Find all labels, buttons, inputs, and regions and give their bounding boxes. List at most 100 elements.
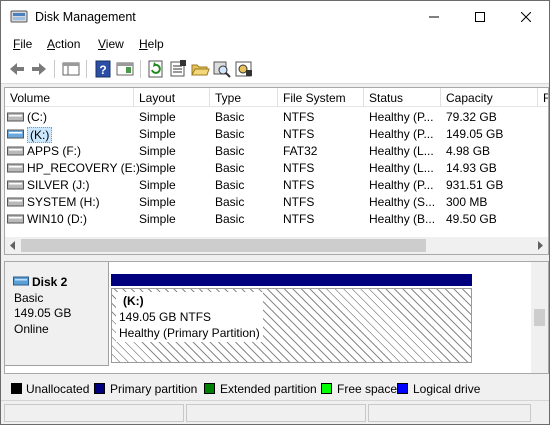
table-row[interactable]: SILVER (J:) Simple Basic NTFS Healthy (P... 9…: [5, 176, 548, 193]
volume-status: Healthy (P...: [369, 127, 434, 141]
column-header-volume[interactable]: Volume: [5, 88, 134, 107]
status-pane: [4, 404, 184, 422]
settings-icon[interactable]: [234, 59, 254, 79]
table-row[interactable]: WIN10 (D:) Simple Basic NTFS Healthy (B... 49…: [5, 210, 548, 227]
disk-management-app-icon: [10, 9, 28, 24]
legend-label-primary: Primary partition: [110, 382, 198, 396]
status-pane: [186, 404, 366, 422]
menu-help-label: elp: [147, 37, 164, 51]
console-tree-icon[interactable]: [61, 59, 81, 79]
volume-fs: NTFS: [283, 161, 315, 175]
legend-swatch-unallocated: [11, 383, 22, 394]
volume-drive-icon: [7, 197, 24, 207]
volume-drive-icon: [7, 146, 24, 156]
disk-kind: Basic: [14, 291, 44, 305]
volume-capacity: 149.05 GB: [446, 127, 504, 141]
volume-capacity: 49.50 GB: [446, 212, 497, 226]
close-button[interactable]: [503, 1, 549, 32]
scroll-right-icon[interactable]: [536, 241, 544, 250]
volume-type: Basic: [215, 144, 245, 158]
volume-drive-icon: [7, 214, 24, 224]
properties-icon[interactable]: [168, 59, 188, 79]
volume-capacity: 4.98 GB: [446, 144, 491, 158]
volume-name: SILVER (J:): [27, 178, 90, 192]
table-row[interactable]: (C:) Simple Basic NTFS Healthy (P... 79.32 GB: [5, 108, 548, 125]
forward-arrow-icon[interactable]: [29, 59, 49, 79]
volume-drive-icon: [7, 180, 24, 190]
minimize-button[interactable]: [411, 1, 457, 32]
menu-view-label: iew: [105, 37, 124, 51]
title-bar[interactable]: Disk Management: [1, 1, 549, 32]
window-title: Disk Management: [35, 10, 136, 24]
volume-type: Basic: [215, 110, 245, 124]
menu-bar: File Action View Help: [1, 32, 549, 54]
volume-status: Healthy (P...: [369, 110, 434, 124]
legend-label-free-space: Free space: [337, 382, 398, 396]
open-folder-icon[interactable]: [190, 59, 210, 79]
volume-name: WIN10 (D:): [27, 212, 87, 226]
volume-status: Healthy (P...: [369, 178, 434, 192]
legend-swatch-primary: [94, 383, 105, 394]
volume-layout: Simple: [139, 144, 176, 158]
volume-layout: Simple: [139, 127, 176, 141]
table-row[interactable]: APPS (F:) Simple Basic FAT32 Healthy (L... 4.…: [5, 142, 548, 159]
volume-capacity: 931.51 GB: [446, 178, 504, 192]
column-header-layout[interactable]: Layout: [134, 88, 210, 107]
menu-view[interactable]: View: [98, 37, 124, 51]
partition-label: (K:): [123, 294, 144, 308]
volume-capacity: 14.93 GB: [446, 161, 497, 175]
legend-swatch-free-space: [321, 383, 332, 394]
menu-action[interactable]: Action: [47, 37, 80, 51]
volume-drive-icon: [7, 163, 24, 173]
volume-layout: Simple: [139, 178, 176, 192]
maximize-button[interactable]: [457, 1, 503, 32]
legend-label-extended: Extended partition: [220, 382, 317, 396]
action-pane-icon[interactable]: [115, 59, 135, 79]
horizontal-scrollbar[interactable]: [5, 237, 548, 254]
volume-layout: Simple: [139, 212, 176, 226]
volume-name: HP_RECOVERY (E:): [27, 161, 140, 175]
disk-size: 149.05 GB: [14, 306, 72, 320]
vertical-scroll-thumb[interactable]: [534, 309, 545, 326]
menu-help[interactable]: Help: [139, 37, 164, 51]
menu-action-label: ction: [55, 37, 81, 51]
back-arrow-icon[interactable]: [7, 59, 27, 79]
help-icon[interactable]: ?: [93, 59, 113, 79]
toolbar: ?: [1, 54, 549, 84]
volume-drive-icon: [7, 129, 24, 139]
column-header-file-system[interactable]: File System: [278, 88, 364, 107]
svg-text:?: ?: [99, 63, 106, 77]
partition-status: Healthy (Primary Partition): [119, 326, 260, 340]
disk-management-window: Disk Management File Action View Help ?: [0, 0, 550, 425]
toolbar-separator: [86, 60, 87, 78]
volume-list[interactable]: Volume Layout Type File System Status Ca…: [4, 87, 549, 255]
search-disk-icon[interactable]: [212, 59, 232, 79]
table-row[interactable]: SYSTEM (H:) Simple Basic NTFS Healthy (S... 3…: [5, 193, 548, 210]
partition-color-bar: [111, 274, 472, 286]
partition-k[interactable]: (K:) 149.05 GB NTFS Healthy (Primary Par…: [111, 288, 472, 363]
vertical-scrollbar[interactable]: [531, 262, 548, 373]
table-row[interactable]: (K:) Simple Basic NTFS Healthy (P... 149.05 G…: [5, 125, 548, 143]
volume-status: Healthy (S...: [369, 195, 436, 209]
volume-type: Basic: [215, 161, 245, 175]
disk-label-panel[interactable]: Disk 2 Basic 149.05 GB Online: [5, 262, 109, 366]
volume-fs: NTFS: [283, 110, 315, 124]
table-row[interactable]: HP_RECOVERY (E:) Simple Basic NTFS Healthy (…: [5, 159, 548, 176]
volume-capacity: 79.32 GB: [446, 110, 497, 124]
column-header-capacity[interactable]: Capacity: [441, 88, 538, 107]
column-header-free-space[interactable]: F: [538, 88, 548, 107]
volume-status: Healthy (L...: [369, 161, 434, 175]
scroll-left-icon[interactable]: [9, 241, 17, 250]
column-header-status[interactable]: Status: [364, 88, 441, 107]
volume-layout: Simple: [139, 195, 176, 209]
status-bar: [1, 400, 549, 424]
column-header-type[interactable]: Type: [210, 88, 278, 107]
volume-type: Basic: [215, 127, 245, 141]
partition-size-fs: 149.05 GB NTFS: [119, 310, 212, 324]
toolbar-separator: [140, 60, 141, 78]
volume-fs: NTFS: [283, 178, 315, 192]
refresh-icon[interactable]: [146, 59, 166, 79]
menu-file[interactable]: File: [13, 37, 32, 51]
horizontal-scroll-thumb[interactable]: [21, 239, 426, 252]
legend-label-unallocated: Unallocated: [26, 382, 90, 396]
